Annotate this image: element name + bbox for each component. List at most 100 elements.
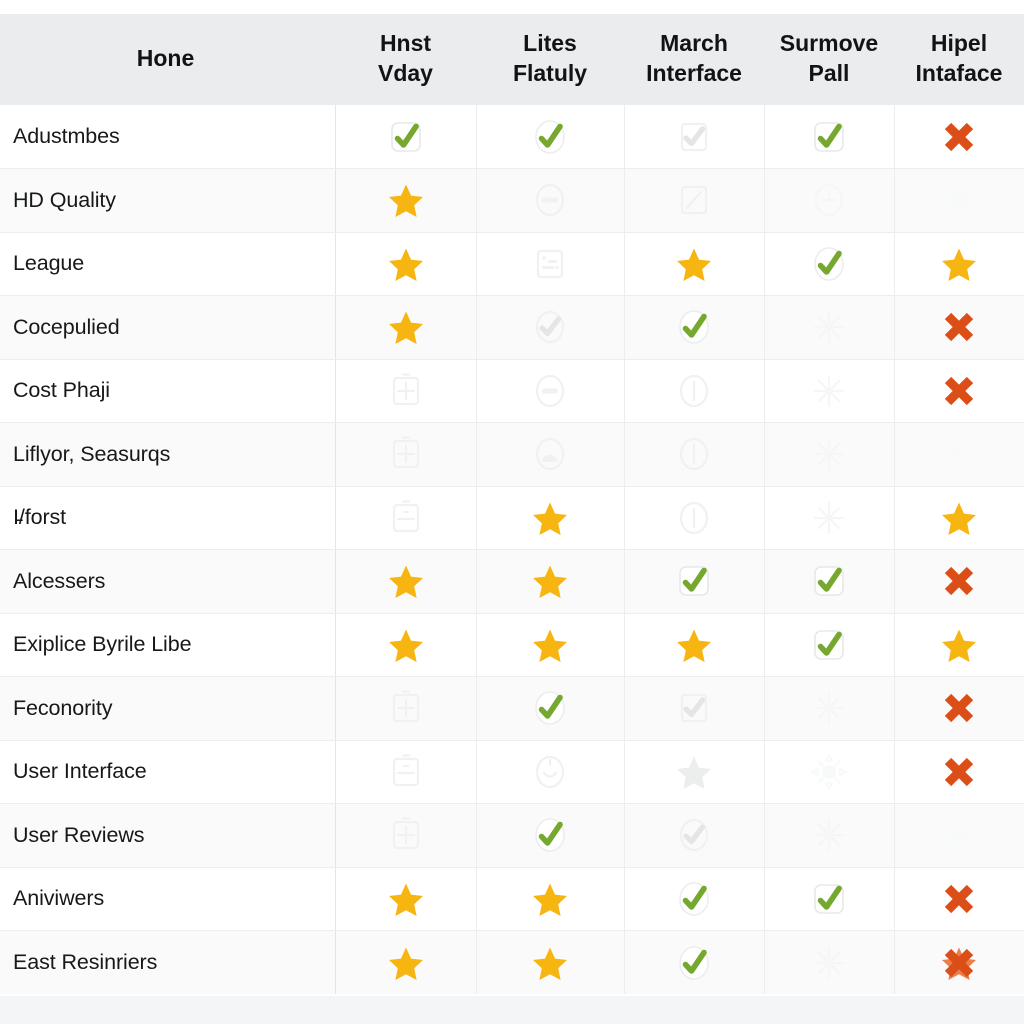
- value-cell[interactable]: [624, 803, 765, 868]
- column-header-4[interactable]: Hipel Intaface: [894, 14, 1024, 105]
- value-cell[interactable]: [476, 422, 625, 487]
- value-cell[interactable]: [335, 295, 477, 360]
- value-cell[interactable]: [764, 803, 895, 868]
- bottom-margin-strip: [0, 996, 1024, 1024]
- placeholder-check-icon: [671, 114, 717, 160]
- value-cell[interactable]: [764, 740, 895, 804]
- value-cell[interactable]: [894, 803, 1024, 868]
- value-cell[interactable]: [894, 105, 1024, 169]
- value-cell[interactable]: [894, 613, 1024, 677]
- value-cell[interactable]: [764, 105, 895, 169]
- value-cell[interactable]: [335, 232, 477, 296]
- check-icon: [806, 114, 852, 160]
- placeholder-shield-icon: [936, 431, 982, 477]
- star-icon: [527, 558, 573, 604]
- value-cell[interactable]: [335, 740, 477, 804]
- placeholder-plus-icon: [383, 685, 429, 731]
- value-cell[interactable]: [624, 486, 765, 550]
- value-cell[interactable]: [476, 676, 625, 741]
- column-header-3[interactable]: Surmove Pall: [764, 14, 894, 105]
- value-cell[interactable]: [476, 168, 625, 233]
- value-cell[interactable]: [476, 930, 625, 994]
- value-cell[interactable]: [894, 549, 1024, 614]
- value-cell[interactable]: [476, 295, 625, 360]
- value-cell[interactable]: [335, 422, 477, 487]
- value-cell[interactable]: [894, 676, 1024, 741]
- placeholder-sparkle-icon: [806, 304, 852, 350]
- cross-icon: [936, 558, 982, 604]
- value-cell[interactable]: [894, 930, 1024, 994]
- value-cell[interactable]: [476, 359, 625, 423]
- value-cell[interactable]: [335, 676, 477, 741]
- table-row: Feconority: [0, 676, 1024, 741]
- value-cell[interactable]: [476, 549, 625, 614]
- value-cell[interactable]: [764, 295, 895, 360]
- feature-label-cell: East Resinriers: [0, 930, 336, 994]
- value-cell[interactable]: [894, 168, 1024, 233]
- value-cell[interactable]: [476, 740, 625, 804]
- value-cell[interactable]: [335, 803, 477, 868]
- value-cell[interactable]: [335, 105, 477, 169]
- value-cell[interactable]: [476, 105, 625, 169]
- value-cell[interactable]: [764, 486, 895, 550]
- value-cell[interactable]: [624, 295, 765, 360]
- value-cell[interactable]: [624, 168, 765, 233]
- column-header-4-line1: Hipel: [930, 30, 988, 57]
- comparison-table-container: Hone Hnst Vday Lites Flatuly March Inter…: [0, 14, 1024, 996]
- value-cell[interactable]: [624, 867, 765, 931]
- value-cell[interactable]: [335, 930, 477, 994]
- value-cell[interactable]: [624, 676, 765, 741]
- value-cell[interactable]: [335, 168, 477, 233]
- table-row: Liflyor, Seasurqs: [0, 422, 1024, 487]
- star-icon: [383, 876, 429, 922]
- value-cell[interactable]: [624, 613, 765, 677]
- value-cell[interactable]: [624, 930, 765, 994]
- value-cell[interactable]: [335, 549, 477, 614]
- value-cell[interactable]: [335, 613, 477, 677]
- column-header-1-line1: Lites: [523, 30, 577, 57]
- star-icon: [383, 304, 429, 350]
- value-cell[interactable]: [476, 232, 625, 296]
- column-header-1[interactable]: Lites Flatuly: [476, 14, 624, 105]
- placeholder-bar-icon: [671, 368, 717, 414]
- value-cell[interactable]: [764, 232, 895, 296]
- value-cell[interactable]: [894, 359, 1024, 423]
- placeholder-sparkle-icon: [806, 431, 852, 477]
- star-icon: [527, 622, 573, 668]
- value-cell[interactable]: [894, 867, 1024, 931]
- value-cell[interactable]: [894, 422, 1024, 487]
- value-cell[interactable]: [764, 422, 895, 487]
- feature-label-cell: User Interface: [0, 740, 336, 804]
- value-cell[interactable]: [894, 740, 1024, 804]
- value-cell[interactable]: [764, 549, 895, 614]
- value-cell[interactable]: [476, 486, 625, 550]
- value-cell[interactable]: [335, 359, 477, 423]
- value-cell[interactable]: [894, 295, 1024, 360]
- value-cell[interactable]: [894, 232, 1024, 296]
- column-header-2[interactable]: March Interface: [624, 14, 764, 105]
- value-cell[interactable]: [764, 359, 895, 423]
- column-header-1-line2: Flatuly: [512, 59, 588, 86]
- placeholder-plus-icon: [383, 812, 429, 858]
- table-row: Aniviwers: [0, 867, 1024, 931]
- value-cell[interactable]: [764, 930, 895, 994]
- value-cell[interactable]: [335, 867, 477, 931]
- column-header-0[interactable]: Hnst Vday: [335, 14, 476, 105]
- value-cell[interactable]: [624, 359, 765, 423]
- value-cell[interactable]: [624, 232, 765, 296]
- value-cell[interactable]: [624, 422, 765, 487]
- placeholder-check-icon: [671, 685, 717, 731]
- value-cell[interactable]: [624, 105, 765, 169]
- value-cell[interactable]: [764, 867, 895, 931]
- value-cell[interactable]: [764, 613, 895, 677]
- value-cell[interactable]: [476, 867, 625, 931]
- value-cell[interactable]: [624, 740, 765, 804]
- value-cell[interactable]: [476, 613, 625, 677]
- value-cell[interactable]: [894, 486, 1024, 550]
- value-cell[interactable]: [624, 549, 765, 614]
- value-cell[interactable]: [764, 168, 895, 233]
- column-header-feature[interactable]: Hone: [0, 14, 335, 105]
- value-cell[interactable]: [335, 486, 477, 550]
- value-cell[interactable]: [476, 803, 625, 868]
- value-cell[interactable]: [764, 676, 895, 741]
